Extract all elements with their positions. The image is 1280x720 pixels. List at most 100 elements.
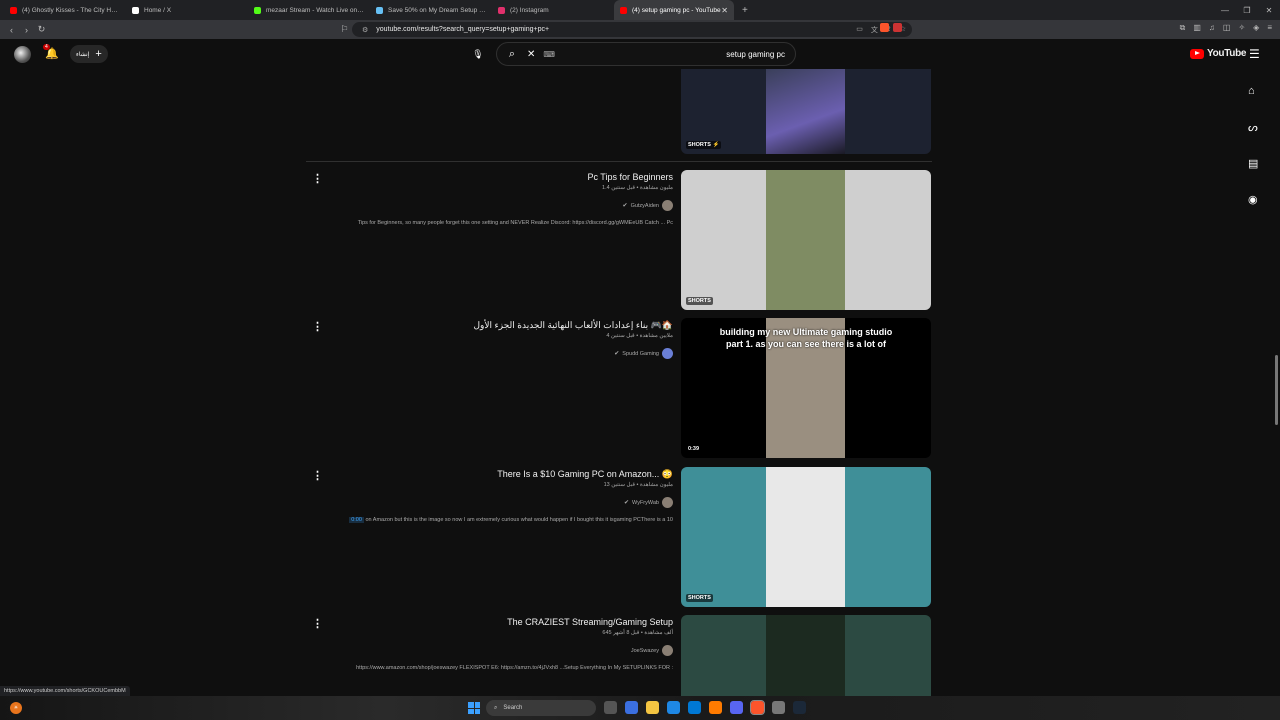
video-thumbnail[interactable]: SHORTS	[681, 170, 931, 310]
channel-name[interactable]: GutzyAiden	[631, 203, 659, 209]
leo-icon[interactable]: ✧	[1238, 23, 1245, 33]
vpn-icon[interactable]: ◈	[1253, 23, 1259, 33]
channel-avatar[interactable]	[662, 348, 673, 359]
clear-search-icon[interactable]: ✕	[527, 49, 535, 60]
close-tab-icon[interactable]: ✕	[721, 6, 728, 15]
maximize-button[interactable]: ❐	[1236, 6, 1258, 15]
verified-icon: ✔	[614, 351, 620, 357]
brave-icon[interactable]	[750, 700, 765, 715]
search-icon[interactable]: ⌕	[497, 48, 527, 61]
channel-name[interactable]: Spudd Gaming	[622, 351, 659, 357]
extensions-area: ⧉ ▥ ♫ ◫ ✧ ◈ ≡	[1180, 23, 1272, 33]
cast-icon[interactable]: ▭	[856, 25, 863, 35]
video-thumbnail[interactable]: SHORTS	[681, 467, 931, 607]
store-icon[interactable]	[688, 701, 701, 714]
browser-tab[interactable]: Save 50% on My Dream Setup on St	[370, 0, 492, 20]
wallet-icon[interactable]: ◫	[1223, 23, 1231, 33]
bookmark-icon[interactable]: ⚐	[337, 24, 352, 35]
previous-result[interactable]: SHORTS ⚡	[306, 69, 932, 155]
keyboard-icon[interactable]: ⌨	[543, 50, 555, 59]
voice-search-icon[interactable]: 🎙	[470, 46, 486, 62]
video-thumbnail[interactable]	[681, 615, 931, 696]
timestamp-chip[interactable]: 0:00	[349, 517, 364, 523]
browser-tab[interactable]: (4) setup gaming pc - YouTube ✕	[614, 0, 734, 20]
browser-tab[interactable]: Home / X	[126, 0, 248, 20]
more-actions-icon[interactable]: ⋮	[312, 172, 323, 185]
weather-widget-icon[interactable]: ☀	[10, 702, 22, 714]
shorts-icon[interactable]: ᔕ	[1248, 121, 1258, 134]
video-title[interactable]: Pc Tips for Beginners	[587, 172, 673, 182]
steam-icon[interactable]	[772, 701, 785, 714]
channel-info[interactable]: ✔ WyFryWab	[624, 497, 673, 508]
home-icon[interactable]: ⌂	[1248, 85, 1255, 97]
more-actions-icon[interactable]: ⋮	[312, 469, 323, 482]
tab-title: Save 50% on My Dream Setup on St	[388, 6, 486, 14]
subscriptions-icon[interactable]: ▤	[1248, 157, 1258, 170]
browser-toolbar: ‹ › ↻ ⚐ ⚙ youtube.com/results?search_que…	[0, 20, 1280, 39]
search-box[interactable]: ⌕ ✕ ⌨ setup gaming pc	[496, 42, 796, 66]
video-result[interactable]: ⋮ Pc Tips for Beginners 1.4 مليون مشاهدة •…	[306, 170, 932, 312]
notifications-bell-icon[interactable]: 🔔 4	[43, 44, 59, 60]
close-window-button[interactable]: ✕	[1258, 6, 1280, 15]
vlc-icon[interactable]	[709, 701, 722, 714]
windows-start-icon[interactable]	[468, 702, 480, 714]
search-input[interactable]: setup gaming pc	[565, 50, 795, 59]
forward-icon[interactable]: ›	[19, 25, 34, 35]
video-result[interactable]: ⋮ There Is a $10 Gaming PC on Amazon... 😳…	[306, 467, 932, 609]
channel-name[interactable]: JoeSwazey	[631, 648, 659, 654]
windows-taskbar: ☀ ⌕ Search	[0, 696, 1280, 720]
youtube-header: 🔔 4 إنشاء + 🎙 ⌕ ✕ ⌨ setup gaming pc YouTu…	[0, 39, 1280, 69]
scrollbar-thumb[interactable]	[1275, 355, 1278, 425]
video-title[interactable]: The CRAZIEST Streaming/Gaming Setup	[507, 617, 673, 627]
reload-icon[interactable]: ↻	[34, 24, 49, 35]
video-title[interactable]: There Is a $10 Gaming PC on Amazon... 😳	[497, 469, 673, 480]
browser-tab[interactable]: mezaar Stream - Watch Live on Kick	[248, 0, 370, 20]
channel-info[interactable]: JoeSwazey	[631, 645, 673, 656]
guide-menu-icon[interactable]: ☰	[1249, 47, 1260, 61]
minimize-button[interactable]: —	[1214, 6, 1236, 15]
file-explorer-icon[interactable]	[646, 701, 659, 714]
back-icon[interactable]: ‹	[4, 25, 19, 35]
steam-app-icon[interactable]	[793, 701, 806, 714]
channel-info[interactable]: ✔ GutzyAiden	[623, 200, 673, 211]
channel-avatar[interactable]	[662, 645, 673, 656]
video-title[interactable]: بناء إعدادات الألعاب النهائية الجديدة ال…	[473, 320, 673, 331]
tab-title: (2) Instagram	[510, 6, 549, 14]
browser-tab[interactable]: (2) Instagram	[492, 0, 614, 20]
channel-info[interactable]: ✔ Spudd Gaming	[614, 348, 673, 359]
previous-thumbnail[interactable]: SHORTS ⚡	[681, 69, 931, 154]
video-meta: 13 مليون مشاهدة • قبل سنتين	[603, 482, 673, 488]
channel-avatar[interactable]	[662, 497, 673, 508]
taskbar-search[interactable]: ⌕ Search	[486, 700, 596, 716]
channel-name[interactable]: WyFryWab	[632, 500, 659, 506]
extensions-icon[interactable]: ⧉	[1180, 23, 1186, 33]
brave-shield-icon[interactable]	[880, 23, 889, 32]
browser-tab-strip: (4) Ghostly Kisses - The City Holds M Hom…	[0, 0, 1280, 20]
tab-favicon-icon	[498, 6, 505, 14]
media-icon[interactable]: ♫	[1209, 23, 1215, 33]
video-result[interactable]: ⋮ The CRAZIEST Streaming/Gaming Setup 645 …	[306, 615, 932, 696]
address-bar[interactable]: ⚙ youtube.com/results?search_query=setup…	[352, 22, 912, 37]
task-view-icon[interactable]	[604, 701, 617, 714]
create-button[interactable]: إنشاء +	[70, 45, 108, 63]
video-thumbnail[interactable]: building my new Ultimate gaming studio p…	[681, 318, 931, 458]
copilot-icon[interactable]	[625, 701, 638, 714]
tab-favicon-icon	[376, 6, 383, 14]
more-actions-icon[interactable]: ⋮	[312, 617, 323, 630]
translate-icon[interactable]: 文	[871, 25, 878, 35]
new-tab-button[interactable]: +	[742, 5, 748, 16]
account-avatar[interactable]	[14, 46, 31, 63]
browser-menu-icon[interactable]: ≡	[1267, 23, 1272, 33]
brave-rewards-icon[interactable]	[893, 23, 902, 32]
tab-title: (4) setup gaming pc - YouTube	[632, 6, 721, 14]
sidebar-icon[interactable]: ▥	[1193, 23, 1201, 33]
youtube-logo[interactable]: YouTube	[1190, 48, 1247, 59]
edge-icon[interactable]	[667, 701, 680, 714]
you-icon[interactable]: ◉	[1248, 193, 1258, 206]
more-actions-icon[interactable]: ⋮	[312, 320, 323, 333]
video-result[interactable]: ⋮ بناء إعدادات الألعاب النهائية الجديدة ا…	[306, 318, 932, 460]
browser-tab[interactable]: (4) Ghostly Kisses - The City Holds M	[4, 0, 126, 20]
channel-avatar[interactable]	[662, 200, 673, 211]
site-info-icon[interactable]: ⚙	[362, 26, 368, 34]
discord-icon[interactable]	[730, 701, 743, 714]
